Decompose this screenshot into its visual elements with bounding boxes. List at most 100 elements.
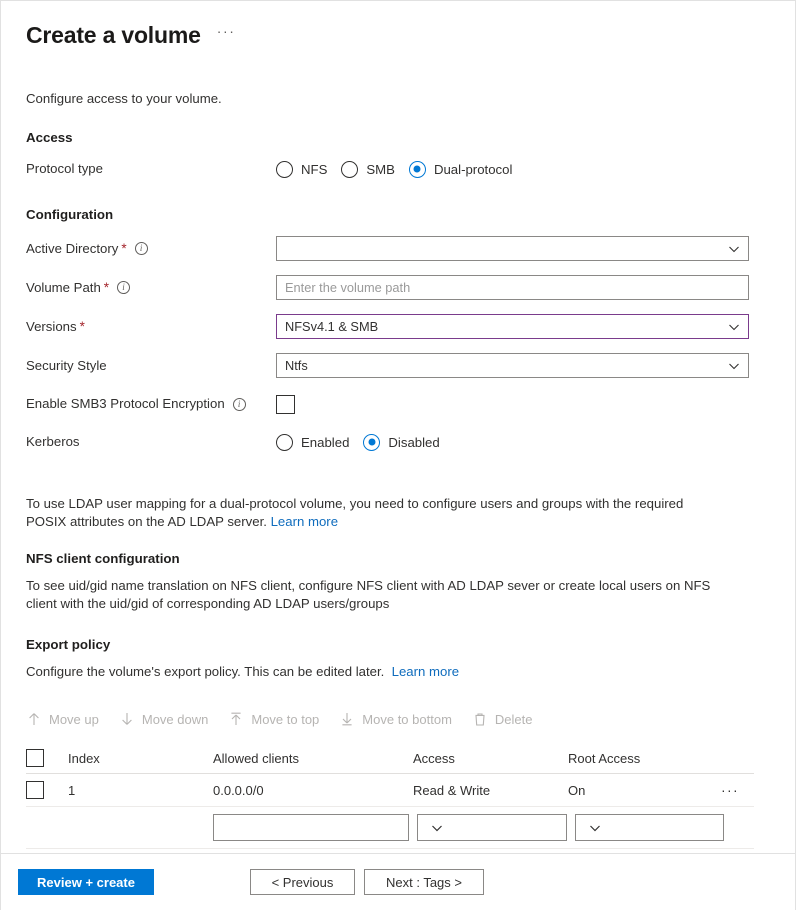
- editor-allowed-clients-input[interactable]: [213, 814, 409, 841]
- arrow-down-icon: [119, 711, 135, 727]
- radio-label-enabled: Enabled: [301, 434, 350, 450]
- info-icon[interactable]: i: [134, 242, 148, 255]
- security-style-value: Ntfs: [285, 358, 308, 373]
- label-smb3-encryption: Enable SMB3 Protocol Encryption i: [26, 395, 276, 413]
- editor-root-access-select[interactable]: [575, 814, 724, 841]
- export-policy-description: Configure the volume's export policy. Th…: [26, 663, 726, 681]
- ldap-learn-more-link[interactable]: Learn more: [271, 514, 338, 529]
- versions-value: NFSv4.1 & SMB: [285, 319, 379, 334]
- radio-group-protocol-type: NFS SMB Dual-protocol: [276, 160, 771, 178]
- nfs-client-note: To see uid/gid name translation on NFS c…: [26, 578, 711, 611]
- radio-circle-selected-icon: [363, 433, 381, 451]
- create-volume-blade: Create a volume ··· Configure access to …: [0, 0, 796, 910]
- field-active-directory: [276, 236, 771, 261]
- chevron-down-icon: [728, 360, 740, 372]
- editor-allowed-clients-cell: [213, 814, 417, 841]
- radio-label-smb: SMB: [366, 161, 395, 177]
- move-to-bottom-button[interactable]: Move to bottom: [339, 711, 452, 727]
- label-active-directory-text: Active Directory: [26, 240, 119, 256]
- chevron-down-icon: [589, 822, 601, 834]
- delete-button[interactable]: Delete: [472, 711, 532, 727]
- field-protocol-type: NFS SMB Dual-protocol: [276, 160, 771, 178]
- smb3-encryption-checkbox[interactable]: [276, 394, 295, 414]
- radio-circle-selected-icon: [408, 160, 426, 178]
- row-volume-path: Volume Path * i Enter the volume path: [26, 275, 771, 300]
- next-tags-button[interactable]: Next : Tags >: [364, 869, 484, 895]
- radio-protocol-smb[interactable]: SMB: [341, 160, 395, 178]
- column-header-index: Index: [68, 750, 100, 766]
- move-up-button[interactable]: Move up: [26, 711, 99, 727]
- select-all-cell: [26, 749, 68, 767]
- row-select-cell: [26, 781, 68, 799]
- info-icon[interactable]: i: [232, 397, 246, 411]
- radio-kerberos-enabled[interactable]: Enabled: [276, 433, 350, 451]
- radio-label-disabled: Disabled: [388, 434, 440, 450]
- active-directory-select[interactable]: [276, 236, 749, 261]
- move-to-top-label: Move to top: [251, 711, 320, 727]
- label-kerberos-text: Kerberos: [26, 434, 80, 449]
- arrow-to-top-icon: [228, 711, 244, 727]
- row-versions: Versions * NFSv4.1 & SMB: [26, 314, 771, 339]
- review-create-button[interactable]: Review + create: [18, 869, 154, 895]
- radio-kerberos-disabled[interactable]: Disabled: [363, 433, 440, 451]
- export-policy-description-text: Configure the volume's export policy. Th…: [26, 664, 385, 679]
- field-kerberos: Enabled Disabled: [276, 433, 771, 451]
- export-policy-toolbar: Move up Move down Move to top Move to bo…: [26, 703, 771, 735]
- ldap-note-text: To use LDAP user mapping for a dual-prot…: [26, 496, 684, 529]
- move-to-bottom-label: Move to bottom: [362, 711, 452, 727]
- title-row: Create a volume ···: [26, 20, 771, 50]
- cell-allowed-clients: 0.0.0.0/0: [213, 782, 264, 798]
- column-header-access: Access: [413, 750, 455, 766]
- info-icon[interactable]: i: [117, 281, 131, 294]
- field-volume-path: Enter the volume path: [276, 275, 771, 300]
- label-versions-text: Versions: [26, 318, 77, 334]
- section-heading-configuration: Configuration: [26, 207, 114, 222]
- radio-circle-icon: [276, 160, 293, 178]
- chevron-down-icon: [728, 243, 740, 255]
- chevron-down-icon: [431, 822, 443, 834]
- move-to-top-button[interactable]: Move to top: [228, 711, 319, 727]
- radio-circle-icon: [276, 433, 293, 451]
- move-up-label: Move up: [49, 711, 99, 727]
- radio-group-kerberos: Enabled Disabled: [276, 433, 771, 451]
- editor-root-access-cell: [575, 814, 732, 841]
- arrow-up-icon: [26, 711, 42, 727]
- radio-protocol-dual[interactable]: Dual-protocol: [408, 160, 512, 178]
- field-versions: NFSv4.1 & SMB: [276, 314, 771, 339]
- radio-label-nfs: NFS: [301, 161, 328, 177]
- required-asterisk: *: [103, 279, 110, 295]
- move-down-button[interactable]: Move down: [119, 711, 208, 727]
- cell-root-access: On: [568, 782, 586, 798]
- select-all-checkbox[interactable]: [26, 749, 44, 767]
- field-smb3-encryption: [276, 394, 771, 414]
- label-versions: Versions *: [26, 318, 276, 336]
- previous-button[interactable]: < Previous: [250, 869, 355, 895]
- label-volume-path: Volume Path * i: [26, 279, 276, 297]
- row-checkbox[interactable]: [26, 781, 44, 799]
- label-security-style: Security Style: [26, 357, 276, 375]
- move-down-label: Move down: [141, 711, 209, 727]
- row-kerberos: Kerberos Enabled Disabled: [26, 430, 771, 454]
- versions-select[interactable]: NFSv4.1 & SMB: [276, 314, 749, 339]
- label-kerberos: Kerberos: [26, 433, 276, 451]
- arrow-to-bottom-icon: [339, 711, 355, 727]
- row-context-menu-icon[interactable]: ···: [714, 782, 754, 798]
- blade-content: Create a volume ··· Configure access to …: [1, 1, 795, 853]
- label-volume-path-text: Volume Path: [26, 279, 101, 295]
- radio-protocol-nfs[interactable]: NFS: [276, 160, 328, 178]
- security-style-select[interactable]: Ntfs: [276, 353, 749, 378]
- section-heading-nfs-client: NFS client configuration: [26, 551, 180, 566]
- volume-path-input[interactable]: Enter the volume path: [276, 275, 749, 300]
- volume-path-placeholder: Enter the volume path: [285, 280, 411, 295]
- editor-access-select[interactable]: [417, 814, 567, 841]
- required-asterisk: *: [79, 318, 85, 334]
- more-actions-icon[interactable]: ···: [217, 24, 236, 44]
- label-security-style-text: Security Style: [26, 357, 107, 373]
- export-policy-learn-more-link[interactable]: Learn more: [392, 664, 459, 679]
- label-protocol-type-text: Protocol type: [26, 161, 103, 176]
- label-active-directory: Active Directory * i: [26, 240, 276, 258]
- section-heading-export-policy: Export policy: [26, 637, 111, 652]
- trash-icon: [472, 711, 488, 727]
- field-security-style: Ntfs: [276, 353, 771, 378]
- blade-footer: Review + create < Previous Next : Tags >: [1, 853, 795, 910]
